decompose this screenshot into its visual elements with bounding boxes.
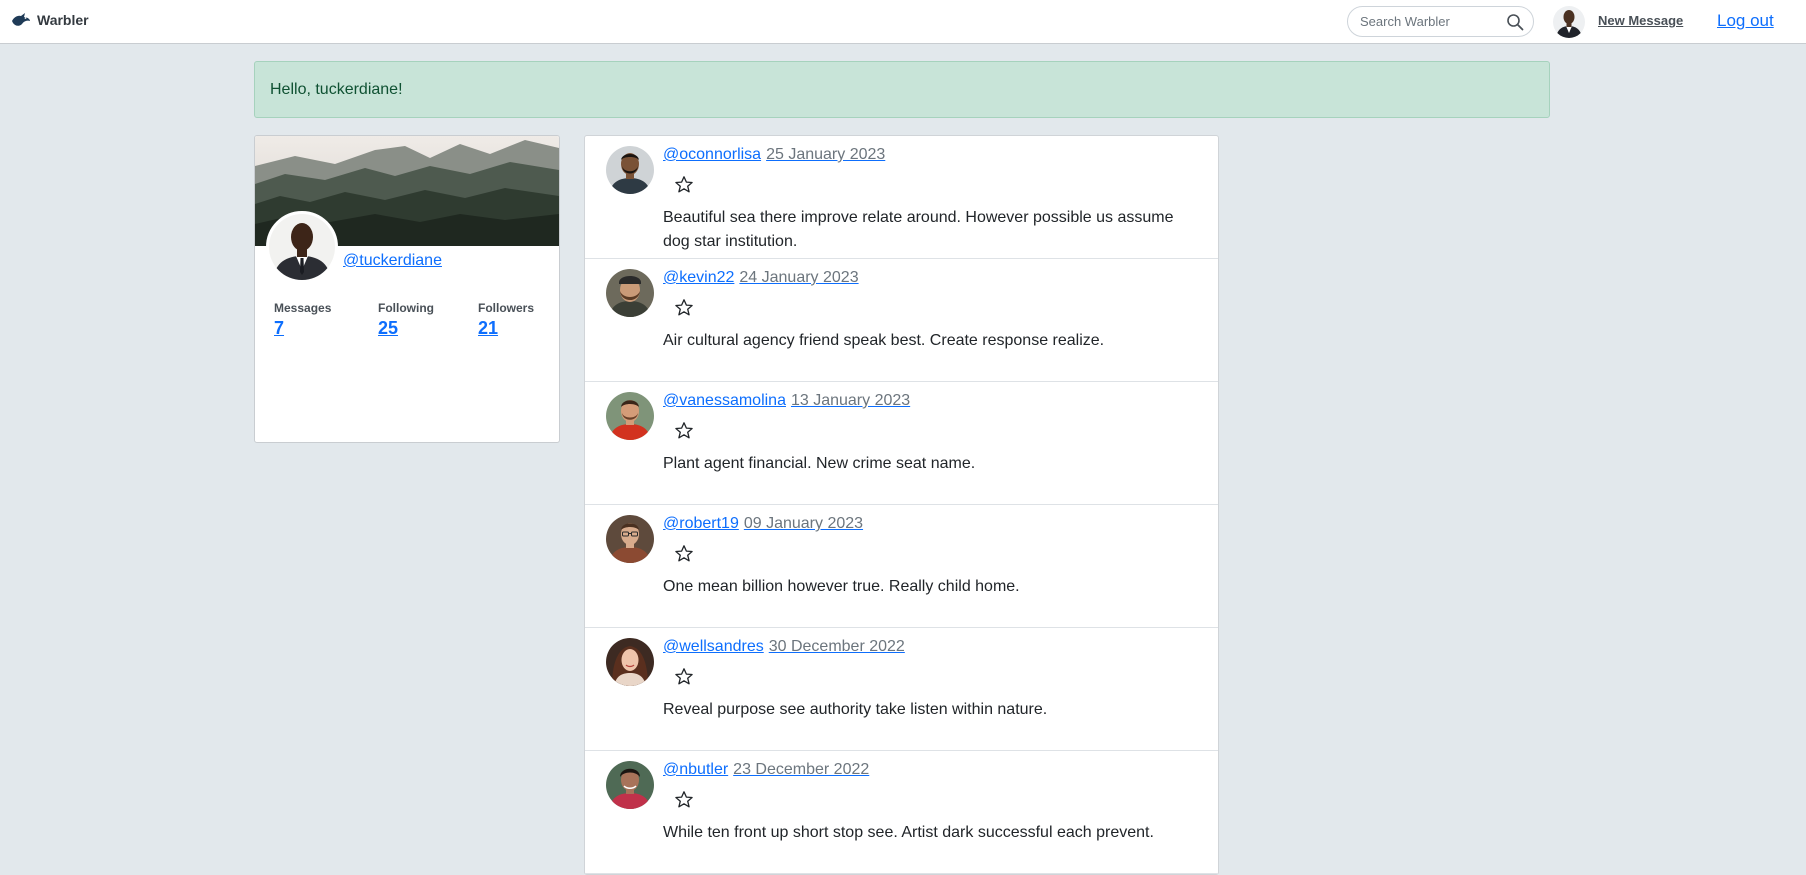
message-item: @vanessamolina 13 January 2023 Plant agen…: [585, 382, 1218, 505]
star-icon[interactable]: [674, 175, 694, 195]
stat-messages: Messages 7: [274, 301, 331, 339]
warbler-logo-icon: [12, 13, 30, 26]
message-avatar[interactable]: [606, 269, 654, 317]
message-item: @robert19 09 January 2023 One mean billio…: [585, 505, 1218, 628]
stat-messages-count[interactable]: 7: [274, 318, 331, 339]
message-item: @nbutler 23 December 2022 While ten front…: [585, 751, 1218, 874]
messages-list: @oconnorlisa 25 January 2023 Beautiful se…: [584, 135, 1219, 875]
message-author-link[interactable]: @vanessamolina 13 January 2023: [663, 392, 910, 410]
message-text: Plant agent financial. New crime seat na…: [663, 455, 976, 472]
message-date: 24 January 2023: [739, 269, 859, 286]
stat-following: Following 25: [378, 301, 434, 339]
navbar: Warbler New Message Log out: [0, 0, 1806, 44]
brand-name: Warbler: [37, 12, 89, 28]
search-input[interactable]: [1360, 7, 1500, 36]
message-author-handle[interactable]: @vanessamolina: [663, 392, 786, 409]
message-item: @kevin22 24 January 2023 Air cultural age…: [585, 259, 1218, 382]
message-text: While ten front up short stop see. Artis…: [663, 824, 1154, 841]
message-text: Beautiful sea there improve relate aroun…: [663, 209, 1174, 250]
brand-link[interactable]: Warbler: [11, 11, 89, 29]
message-author-link[interactable]: @kevin22 24 January 2023: [663, 269, 859, 287]
message-author-handle[interactable]: @oconnorlisa: [663, 146, 761, 163]
message-text: Air cultural agency friend speak best. C…: [663, 332, 1105, 349]
message-item: @oconnorlisa 25 January 2023 Beautiful se…: [585, 136, 1218, 259]
message-item: @wellsandres 30 December 2022 Reveal purp…: [585, 628, 1218, 751]
stat-followers: Followers 21: [478, 301, 534, 339]
greeting-alert: Hello, tuckerdiane!: [254, 61, 1550, 118]
greeting-text: Hello, tuckerdiane!: [270, 81, 403, 98]
star-icon[interactable]: [674, 790, 694, 810]
message-author-handle[interactable]: @kevin22: [663, 269, 734, 286]
profile-handle-link[interactable]: @tuckerdiane: [343, 252, 442, 270]
message-avatar[interactable]: [606, 515, 654, 563]
message-date: 25 January 2023: [766, 146, 886, 163]
message-date: 30 December 2022: [768, 638, 905, 655]
message-author-link[interactable]: @robert19 09 January 2023: [663, 515, 863, 533]
star-icon[interactable]: [674, 298, 694, 318]
star-icon[interactable]: [674, 667, 694, 687]
message-text: One mean billion however true. Really ch…: [663, 578, 1020, 595]
star-icon[interactable]: [674, 421, 694, 441]
user-avatar[interactable]: [1553, 6, 1585, 38]
stat-followers-label: Followers: [478, 301, 535, 315]
message-text: Reveal purpose see authority take listen…: [663, 701, 1048, 718]
message-avatar[interactable]: [606, 392, 654, 440]
search-box: [1347, 6, 1534, 37]
message-author-handle[interactable]: @robert19: [663, 515, 739, 532]
stat-followers-count[interactable]: 21: [478, 318, 534, 339]
message-author-link[interactable]: @nbutler 23 December 2022: [663, 761, 869, 779]
star-icon[interactable]: [674, 544, 694, 564]
logout-link[interactable]: Log out: [1717, 11, 1774, 31]
stat-following-label: Following: [378, 301, 434, 315]
message-date: 13 January 2023: [790, 392, 911, 409]
message-author-handle[interactable]: @nbutler: [663, 761, 728, 778]
profile-avatar[interactable]: [266, 211, 338, 283]
search-icon[interactable]: [1506, 13, 1524, 31]
stat-following-count[interactable]: 25: [378, 318, 434, 339]
message-date: 23 December 2022: [733, 761, 870, 778]
message-author-link[interactable]: @wellsandres 30 December 2022: [663, 638, 905, 656]
new-message-link[interactable]: New Message: [1598, 13, 1683, 28]
stat-messages-label: Messages: [274, 301, 332, 315]
message-date: 09 January 2023: [743, 515, 864, 532]
message-author-handle[interactable]: @wellsandres: [663, 638, 764, 655]
profile-card: @tuckerdiane Messages 7 Following 25 Fol…: [254, 135, 560, 443]
message-avatar[interactable]: [606, 761, 654, 809]
message-avatar[interactable]: [606, 638, 654, 686]
message-author-link[interactable]: @oconnorlisa 25 January 2023: [663, 146, 885, 164]
message-avatar[interactable]: [606, 146, 654, 194]
